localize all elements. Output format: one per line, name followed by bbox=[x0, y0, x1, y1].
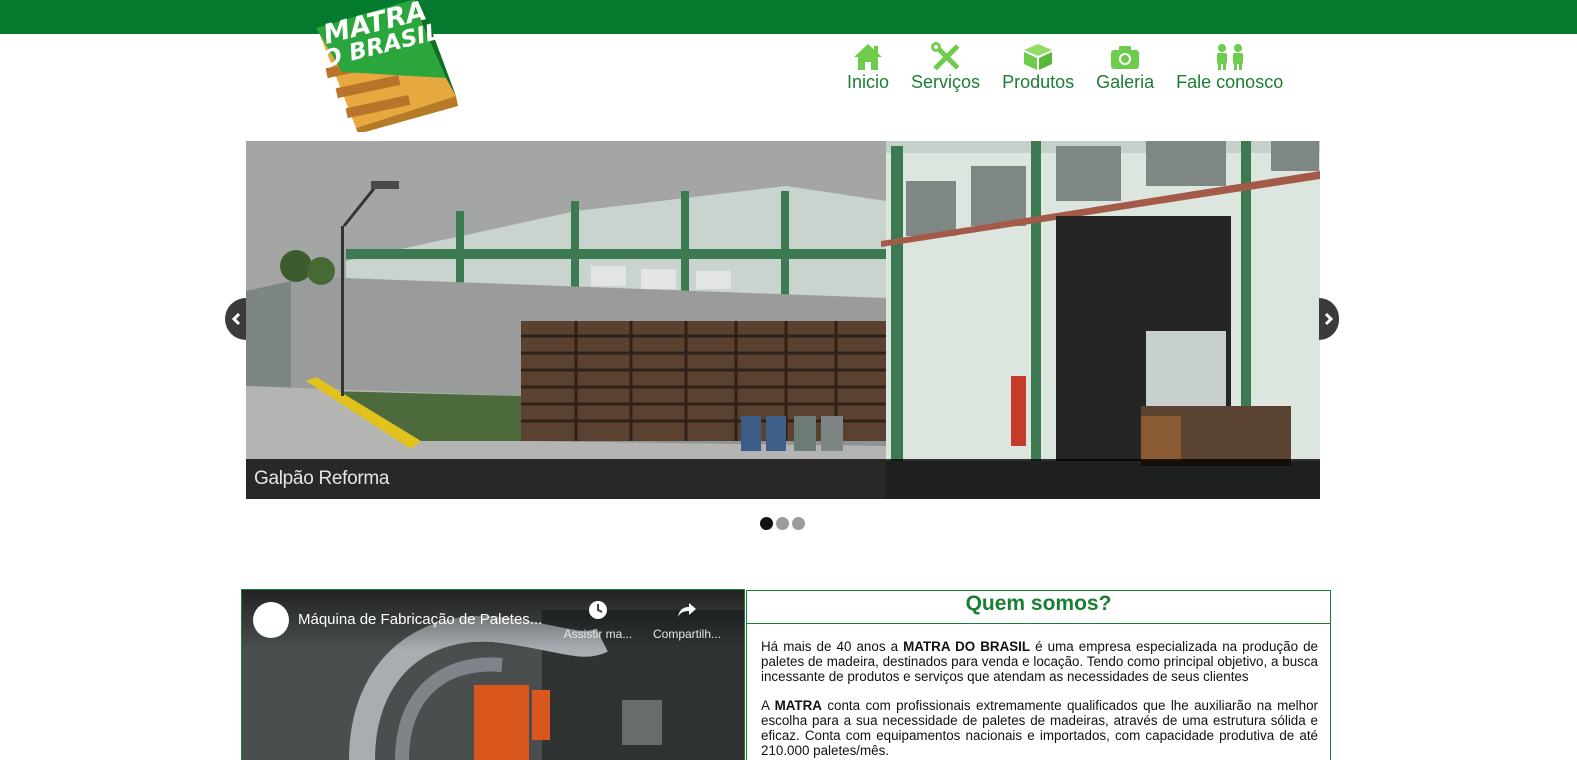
slider-dot-2[interactable] bbox=[776, 517, 789, 530]
slider-dot-1[interactable] bbox=[760, 517, 773, 530]
box-icon bbox=[1021, 42, 1055, 72]
nav-label: Galeria bbox=[1096, 72, 1155, 92]
nav-item-inicio[interactable]: Inicio bbox=[836, 40, 900, 100]
nav-label: Inicio bbox=[847, 72, 890, 92]
slide-image bbox=[246, 141, 1320, 499]
nav-item-galeria[interactable]: Galeria bbox=[1085, 40, 1165, 100]
video-title[interactable]: Máquina de Fabricação de Paletes... bbox=[298, 611, 548, 628]
nav-item-servicos[interactable]: Serviços bbox=[900, 40, 991, 100]
watch-later-button[interactable]: Assistir ma... bbox=[558, 600, 638, 641]
about-panel: Quem somos? Há mais de 40 anos a MATRA D… bbox=[746, 590, 1331, 760]
matra-logo[interactable]: MATRA DO BRASIL bbox=[296, 0, 462, 132]
nav-label: Fale conosco bbox=[1176, 72, 1284, 92]
chevron-right-icon bbox=[1324, 312, 1334, 326]
home-icon bbox=[851, 42, 885, 72]
about-paragraph-1: Há mais de 40 anos a MATRA DO BRASIL é u… bbox=[761, 639, 1318, 684]
about-text: A bbox=[761, 698, 775, 713]
image-slider[interactable]: Galpão Reforma bbox=[246, 141, 1320, 499]
people-icon bbox=[1213, 42, 1247, 72]
slider-dot-3[interactable] bbox=[792, 517, 805, 530]
main-nav: Inicio Serviços Produtos Galeria Fale co… bbox=[836, 40, 1294, 100]
slider-dots bbox=[760, 517, 805, 530]
share-button[interactable]: Compartilh... bbox=[647, 600, 727, 641]
nav-item-fale-conosco[interactable]: Fale conosco bbox=[1165, 40, 1294, 100]
about-paragraph-2: A MATRA conta com profissionais extremam… bbox=[761, 698, 1318, 758]
about-body: Há mais de 40 anos a MATRA DO BRASIL é u… bbox=[747, 624, 1330, 758]
tools-icon bbox=[929, 42, 963, 72]
clock-icon bbox=[589, 601, 607, 619]
nav-label: Serviços bbox=[911, 72, 981, 92]
slider-next-button[interactable] bbox=[1319, 298, 1339, 340]
chevron-left-icon bbox=[231, 312, 240, 326]
about-title: Quem somos? bbox=[747, 591, 1330, 624]
top-bar bbox=[0, 0, 1577, 34]
camera-icon bbox=[1108, 42, 1142, 72]
slider-prev-button[interactable] bbox=[225, 298, 246, 340]
slide-caption: Galpão Reforma bbox=[246, 459, 1320, 499]
share-label: Compartilh... bbox=[652, 627, 722, 641]
about-text: Há mais de 40 anos a bbox=[761, 639, 904, 654]
watch-later-label: Assistir ma... bbox=[563, 627, 633, 641]
share-icon bbox=[678, 603, 696, 617]
company-name: MATRA bbox=[774, 698, 822, 713]
company-name: MATRA DO BRASIL bbox=[903, 639, 1031, 654]
nav-label: Produtos bbox=[1002, 72, 1075, 92]
about-text: conta com profissionais extremamente qua… bbox=[761, 698, 1319, 758]
slide-caption-text: Galpão Reforma bbox=[254, 468, 390, 489]
channel-avatar[interactable] bbox=[253, 602, 289, 638]
nav-item-produtos[interactable]: Produtos bbox=[991, 40, 1085, 100]
video-embed[interactable]: Máquina de Fabricação de Paletes... Assi… bbox=[241, 589, 745, 760]
